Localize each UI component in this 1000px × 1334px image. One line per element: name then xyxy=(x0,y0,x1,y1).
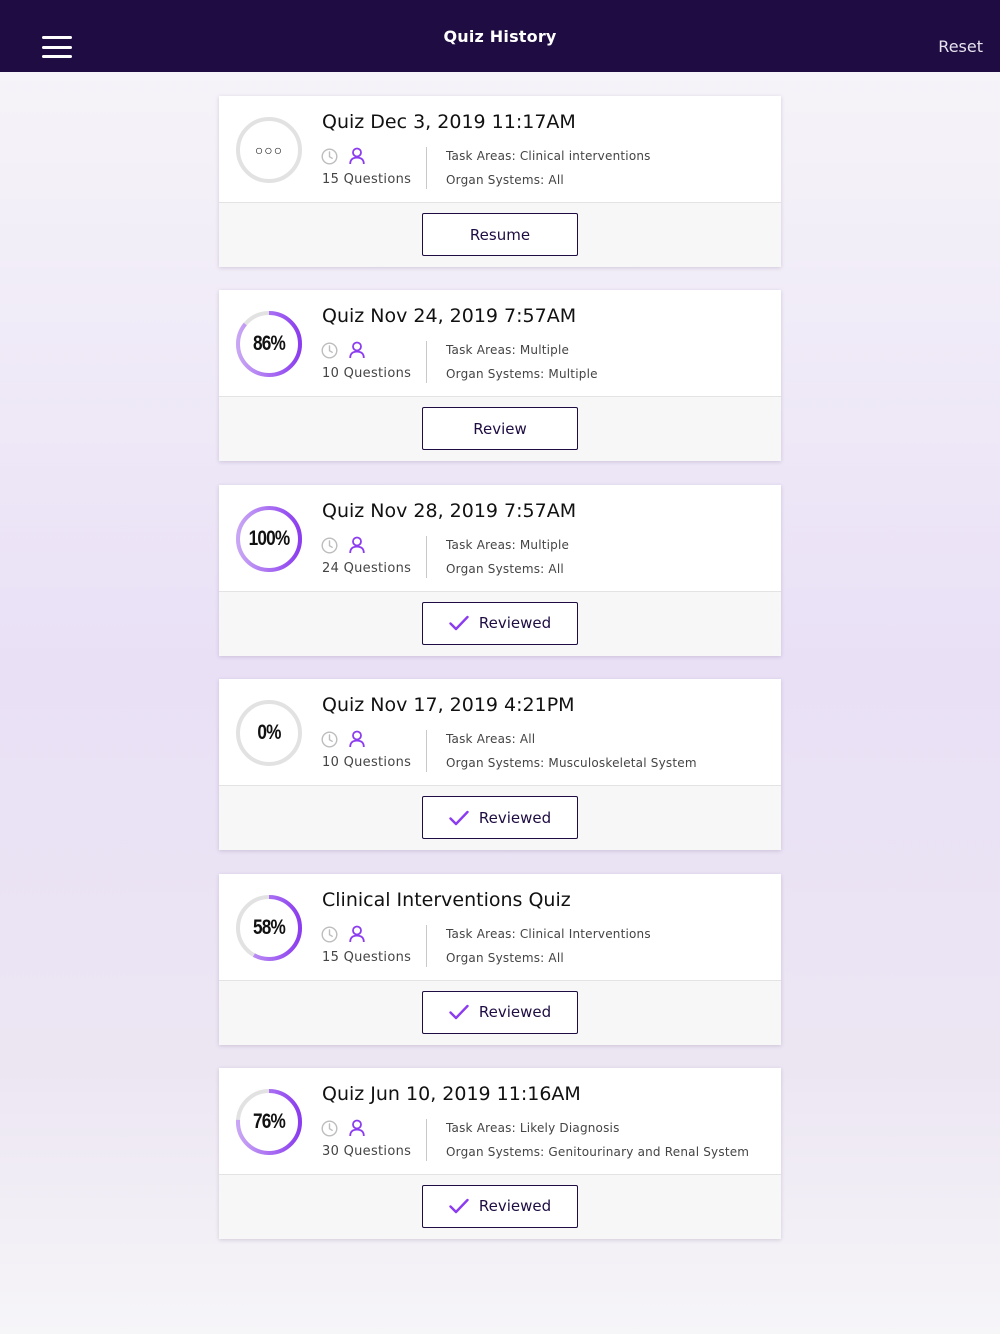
quiz-card[interactable]: 0% Quiz Nov 17, 2019 4:21PM 10 Questions… xyxy=(219,679,781,851)
user-icon xyxy=(349,925,365,942)
task-areas: Task Areas: Clinical interventions xyxy=(446,149,651,163)
quiz-card-summary: 100% Quiz Nov 28, 2019 7:57AM 24 Questio… xyxy=(219,484,781,591)
divider xyxy=(426,341,427,384)
quiz-title: Quiz Dec 3, 2019 11:17AM xyxy=(322,111,576,133)
action-label: Reviewed xyxy=(478,614,552,633)
user-icon xyxy=(349,341,365,359)
quiz-card-summary: 86% Quiz Nov 24, 2019 7:57AM 10 Question… xyxy=(219,290,781,397)
clock-icon xyxy=(321,926,338,943)
task-areas: Task Areas: All xyxy=(446,732,536,747)
score-label: 100% xyxy=(248,526,291,550)
quiz-card-summary: 58% Clinical Interventions Quiz 15 Quest… xyxy=(219,873,781,980)
divider xyxy=(426,1118,427,1161)
quiz-card[interactable]: ○○○ Quiz Dec 3, 2019 11:17AM 15 Question… xyxy=(219,96,781,267)
score-label: 0% xyxy=(257,721,281,745)
reset-button[interactable]: Reset xyxy=(938,37,983,56)
action-label: Resume xyxy=(469,225,531,244)
quiz-card[interactable]: 76% Quiz Jun 10, 2019 11:16AM 30 Questio… xyxy=(219,1067,781,1239)
score-ring: 86% xyxy=(234,309,304,379)
quiz-card-summary: ○○○ Quiz Dec 3, 2019 11:17AM 15 Question… xyxy=(219,96,781,202)
quiz-card-summary: 0% Quiz Nov 17, 2019 4:21PM 10 Questions… xyxy=(219,679,781,786)
task-areas: Task Areas: Multiple xyxy=(446,343,570,358)
score-ring: 76% xyxy=(234,1087,304,1157)
user-icon xyxy=(349,536,365,553)
divider xyxy=(426,147,427,189)
score-ring: 0% xyxy=(234,698,304,768)
action-label: Review xyxy=(473,419,527,438)
action-label: Reviewed xyxy=(478,1197,552,1216)
score-ring: ○○○ xyxy=(234,115,304,185)
score-ring: 58% xyxy=(234,893,304,963)
quiz-title: Quiz Nov 17, 2019 4:21PM xyxy=(322,694,575,717)
organ-systems: Organ Systems: All xyxy=(446,561,564,576)
organ-systems: Organ Systems: Genitourinary and Renal S… xyxy=(446,1144,750,1159)
top-bar: Quiz History Reset xyxy=(0,0,1000,72)
user-icon xyxy=(349,730,365,748)
score-label: 58% xyxy=(252,915,286,939)
question-count: 30 Questions xyxy=(322,1143,412,1159)
divider xyxy=(426,924,427,967)
task-areas: Task Areas: Multiple xyxy=(446,537,570,552)
question-count: 24 Questions xyxy=(322,560,412,576)
quiz-title: Quiz Nov 24, 2019 7:57AM xyxy=(322,305,577,328)
score-label: ○○○ xyxy=(254,142,284,158)
question-count: 10 Questions xyxy=(322,366,412,382)
quiz-card[interactable]: 86% Quiz Nov 24, 2019 7:57AM 10 Question… xyxy=(219,290,781,462)
divider xyxy=(426,535,427,578)
check-icon xyxy=(449,616,469,631)
clock-icon xyxy=(321,1120,338,1137)
organ-systems: Organ Systems: All xyxy=(446,950,564,965)
reviewed-button[interactable]: Reviewed xyxy=(422,601,578,645)
quiz-list: ○○○ Quiz Dec 3, 2019 11:17AM 15 Question… xyxy=(219,96,781,1262)
review-button[interactable]: Review xyxy=(422,407,578,451)
quiz-title: Quiz Nov 28, 2019 7:57AM xyxy=(322,499,577,522)
divider xyxy=(426,730,427,773)
action-label: Reviewed xyxy=(478,808,552,827)
quiz-card-summary: 76% Quiz Jun 10, 2019 11:16AM 30 Questio… xyxy=(219,1067,781,1174)
score-label: 76% xyxy=(252,1109,286,1133)
quiz-card-actions: Reviewed xyxy=(219,785,781,851)
menu-icon[interactable] xyxy=(42,36,72,58)
quiz-title: Clinical Interventions Quiz xyxy=(322,888,571,911)
question-count: 15 Questions xyxy=(322,172,412,187)
user-icon xyxy=(349,1119,365,1137)
reviewed-button[interactable]: Reviewed xyxy=(422,990,578,1034)
question-count: 15 Questions xyxy=(322,949,412,965)
user-icon xyxy=(349,147,365,165)
clock-icon xyxy=(321,537,338,554)
clock-icon xyxy=(321,148,338,165)
organ-systems: Organ Systems: All xyxy=(446,173,564,187)
check-icon xyxy=(449,1199,469,1214)
quiz-card[interactable]: 100% Quiz Nov 28, 2019 7:57AM 24 Questio… xyxy=(219,484,781,656)
clock-icon xyxy=(321,342,338,359)
check-icon xyxy=(449,1004,469,1020)
quiz-card-actions: Reviewed xyxy=(219,979,781,1045)
check-icon xyxy=(449,810,469,825)
reviewed-button[interactable]: Reviewed xyxy=(422,1184,578,1228)
quiz-card-actions: Review xyxy=(219,396,781,462)
quiz-card-actions: Reviewed xyxy=(219,1173,781,1239)
organ-systems: Organ Systems: Multiple xyxy=(446,367,598,382)
action-label: Reviewed xyxy=(478,1003,552,1022)
score-label: 86% xyxy=(252,332,286,356)
quiz-title: Quiz Jun 10, 2019 11:16AM xyxy=(322,1082,581,1105)
quiz-card[interactable]: 58% Clinical Interventions Quiz 15 Quest… xyxy=(219,873,781,1045)
page-title: Quiz History xyxy=(443,26,557,46)
resume-button[interactable]: Resume xyxy=(422,213,578,256)
task-areas: Task Areas: Likely Diagnosis xyxy=(446,1120,620,1135)
reviewed-button[interactable]: Reviewed xyxy=(422,796,578,840)
clock-icon xyxy=(321,731,338,748)
quiz-card-actions: Resume xyxy=(219,202,781,267)
score-ring: 100% xyxy=(234,504,304,574)
organ-systems: Organ Systems: Musculoskeletal System xyxy=(446,756,697,771)
question-count: 10 Questions xyxy=(322,755,412,771)
quiz-card-actions: Reviewed xyxy=(219,590,781,656)
task-areas: Task Areas: Clinical Interventions xyxy=(446,926,651,941)
